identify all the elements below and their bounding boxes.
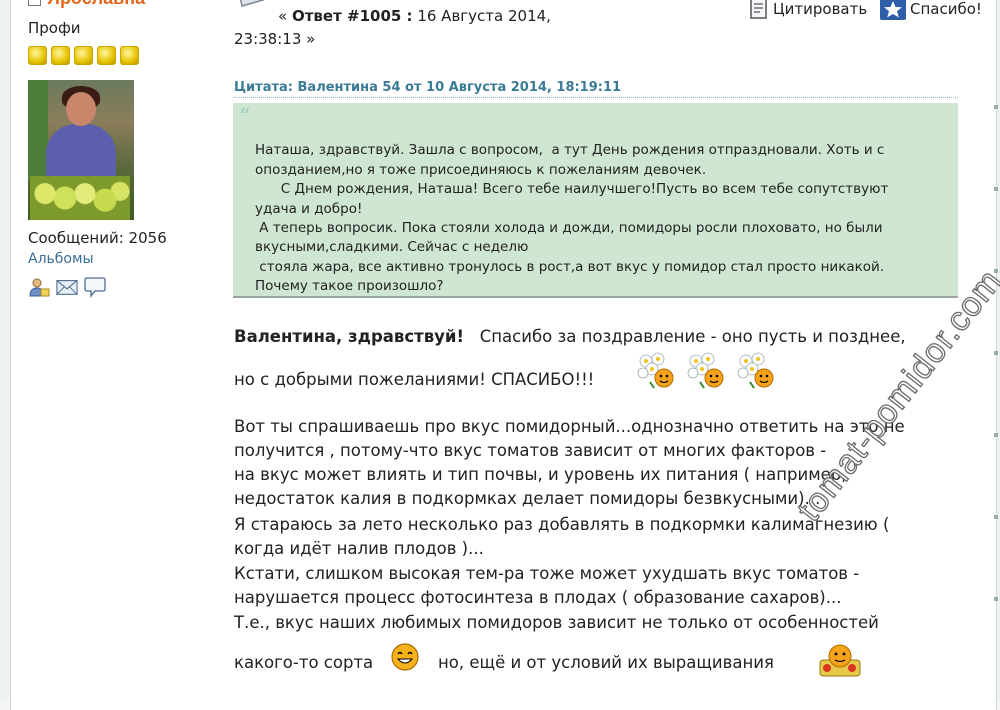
quote-line: опозданием,но я тоже присоединяюсь к пож… (255, 161, 707, 178)
poster-actions (28, 276, 106, 298)
reply-paragraph-line: Т.е., вкус наших любимых помидоров завис… (234, 613, 879, 632)
thanks-button[interactable]: Спасибо! (880, 0, 982, 20)
post-icon (236, 0, 266, 12)
quote-doc-icon (750, 0, 767, 19)
reply-last-line-b: но, ещё и от условий их выращивания (438, 653, 774, 672)
scroll-marker (994, 424, 1000, 443)
quote-line: удача и добро! (255, 200, 363, 217)
albums-link[interactable]: Альбомы (28, 251, 94, 267)
quote-header[interactable]: Цитата: Валентина 54 от 10 Августа 2014,… (234, 80, 958, 98)
quote-mark-icon: “ (239, 105, 251, 130)
scroll-marker (994, 342, 1000, 361)
scroll-marker (994, 178, 1000, 197)
flower-smiley-icon (736, 352, 776, 394)
reply-prefix: « (278, 7, 288, 25)
reply-paragraph-line: когда идёт налив плодов )... (234, 539, 484, 558)
scroll-marker (994, 260, 1000, 279)
flower-smiley-icon (686, 352, 726, 394)
reply-paragraph-line: Вот ты спрашиваешь про вкус помидорный..… (234, 417, 905, 436)
star-icon (120, 46, 139, 65)
reply-paragraph-line: нарушается процесс фотосинтеза в плодах … (234, 588, 842, 607)
reply-greeting: Валентина, здравствуй! Спасибо за поздра… (234, 327, 906, 346)
reply-paragraph-line: недостаток калия в подкормках делает пом… (234, 489, 821, 508)
quote-line: А теперь вопросик. Пока стояли холода и … (255, 220, 883, 237)
tomato-smiley-icon (818, 638, 862, 682)
thanks-button-label[interactable]: Спасибо! (910, 0, 982, 18)
reply-header: « Ответ #1005 : 16 Августа 2014, (278, 7, 551, 25)
message-count: Сообщений: 2056 (28, 229, 167, 247)
quote-line: стояла жара, все активно тронулось в рос… (255, 258, 885, 275)
quote-block: “ Наташа, здравствуй. Зашла с вопросом, … (233, 103, 958, 298)
star-icon (51, 46, 70, 65)
star-icon (74, 46, 93, 65)
poster-name[interactable]: Ярославна (28, 0, 145, 9)
profile-icon[interactable] (28, 276, 50, 298)
reply-paragraph-line: Кстати, слишком высокая тем-ра тоже може… (234, 564, 860, 583)
quote-text: Наташа, здравствуй. Зашла с вопросом, а … (255, 122, 888, 297)
reply-paragraph-line: получится , потому-что вкус томатов зави… (234, 441, 827, 460)
poster-rank: Профи (28, 19, 81, 37)
star-icon (97, 46, 116, 65)
poster-name-text[interactable]: Ярославна (47, 0, 145, 8)
scroll-marker (994, 96, 1000, 115)
speech-bubble-icon[interactable] (84, 276, 106, 298)
reply-number[interactable]: Ответ #1005 : (292, 7, 413, 25)
rank-stars (28, 46, 139, 65)
online-status-icon (28, 0, 41, 6)
greeting-bold: Валентина, здравствуй! (234, 327, 464, 346)
quote-line: Наташа, здравствуй. Зашла с вопросом, а … (255, 142, 885, 159)
reply-line: но с добрыми пожеланиями! СПАСИБО!!! (234, 370, 595, 389)
scroll-marker (994, 506, 1000, 525)
star-icon (28, 46, 47, 65)
forum-page: Ярославна Профи Сообщений: 2056 Альбомы … (0, 0, 1000, 710)
flower-smiley-icon (636, 352, 676, 394)
quote-line: вкусными,сладкими. Сейчас с неделю (255, 239, 529, 256)
greeting-rest: Спасибо за поздравление - оно пусть и по… (479, 327, 906, 346)
reply-paragraph-line: Я стараюсь за лето несколько раз добавля… (234, 515, 890, 534)
grin-smiley-icon (390, 642, 420, 676)
scroll-marker (994, 588, 1000, 607)
reply-time: 23:38:13 » (234, 30, 316, 48)
quote-line: С Днем рождения, Наташа! Всего тебе наил… (255, 181, 889, 198)
quote-line: Почему такое произошло? (255, 278, 444, 295)
reply-paragraph-line: на вкус может влиять и тип почвы, и уров… (234, 465, 847, 484)
reply-last-line-a: какого-то сорта (234, 653, 374, 672)
quote-button[interactable]: Цитировать (749, 0, 867, 20)
email-icon[interactable] (56, 276, 78, 298)
reply-date: 16 Августа 2014, (417, 7, 551, 25)
avatar[interactable] (28, 80, 134, 220)
quote-button-label[interactable]: Цитировать (773, 0, 867, 18)
star-badge-icon (880, 0, 906, 20)
